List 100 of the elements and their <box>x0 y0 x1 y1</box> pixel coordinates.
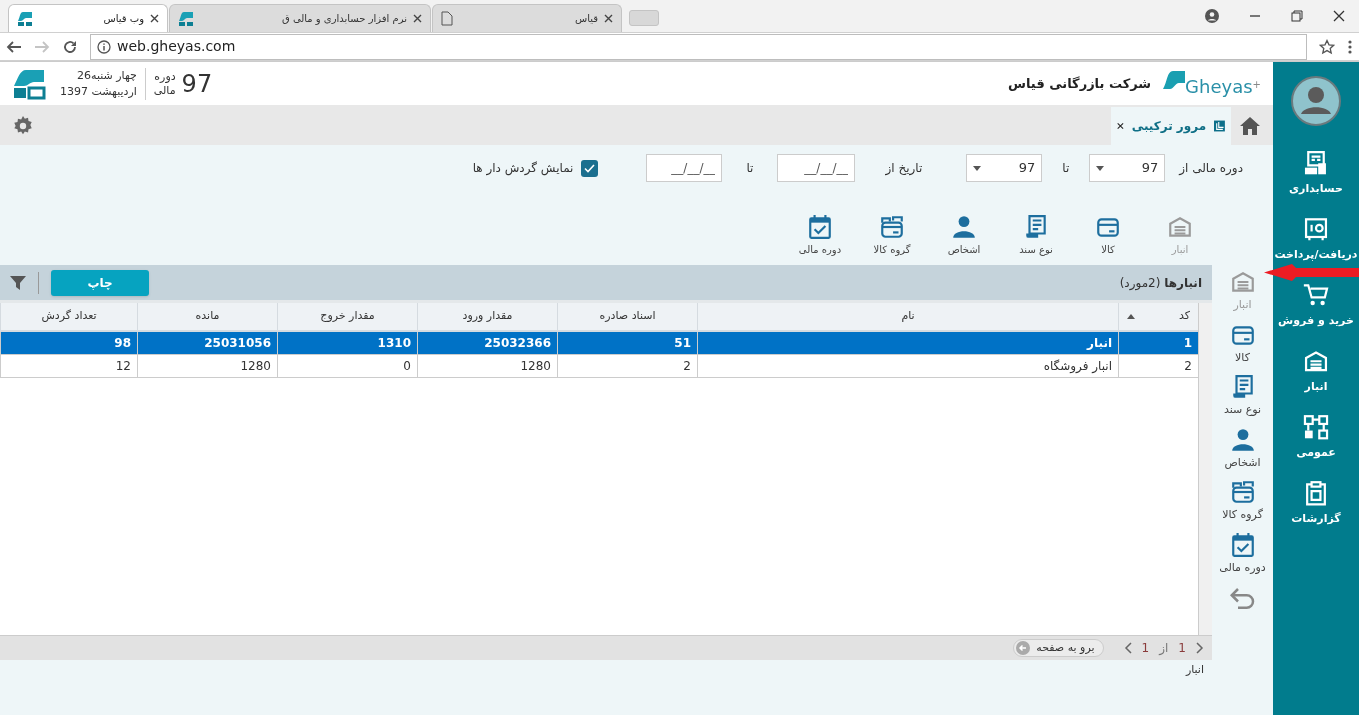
filter-icon[interactable] <box>10 274 26 291</box>
nav-item[interactable]: عمومی <box>1273 414 1359 461</box>
toolbar-button[interactable]: کالا <box>1213 321 1272 366</box>
toolbar-button[interactable]: گروه کالا <box>861 214 923 257</box>
page-number: 1 <box>1178 640 1186 657</box>
logo-icon <box>12 67 46 100</box>
nav-item[interactable]: انبار <box>1273 348 1359 395</box>
caret-icon <box>1096 165 1105 171</box>
browser-tab[interactable]: قیاس <box>432 4 622 32</box>
checkbox-label: نمایش گردش دار ها <box>472 160 574 177</box>
back-icon[interactable] <box>6 38 22 55</box>
toolbar-button[interactable]: دوره مالی <box>789 214 851 257</box>
check-icon <box>584 163 596 173</box>
toolbar-button[interactable]: گروه کالا <box>1213 479 1272 524</box>
nav-item[interactable]: خرید و فروش <box>1273 282 1359 329</box>
close-icon[interactable] <box>1117 121 1124 131</box>
home-icon[interactable] <box>1239 116 1261 136</box>
table-cell: 25031056 <box>137 332 277 354</box>
arrow-icon <box>1264 264 1359 281</box>
toolbar-button[interactable]: کالا <box>1077 214 1139 257</box>
warehouse-icon <box>1167 214 1193 240</box>
toolbar-button[interactable]: نوع سند <box>1213 374 1272 419</box>
logo-icon <box>178 10 194 27</box>
person-icon <box>1229 426 1256 453</box>
document-icon <box>1023 214 1049 240</box>
period-value: 97 <box>181 68 213 100</box>
person-icon <box>951 214 977 240</box>
page-of-label: از <box>1159 640 1169 657</box>
close-icon[interactable] <box>604 14 613 23</box>
field-label: تا <box>1062 160 1070 177</box>
weekday-date: چهار شنبه26 <box>77 67 137 84</box>
period-label: مالی <box>153 83 176 98</box>
gheyas-logo: Gheyas+ <box>1163 70 1261 97</box>
fiscal-from-dropdown[interactable]: 97 <box>1089 154 1166 182</box>
table-cell: 1280 <box>137 355 277 377</box>
toolbar-button[interactable]: اشخاص <box>933 214 995 257</box>
stacked-cards-icon <box>879 214 905 240</box>
company-name: شرکت بازرگانی قیاس <box>1008 74 1152 93</box>
field-label: تاریخ از <box>885 160 923 177</box>
column-header[interactable]: مانده <box>137 303 277 330</box>
field-label: تا <box>746 160 754 177</box>
column-header[interactable]: نام <box>697 303 1118 330</box>
previous-page-icon[interactable] <box>1123 642 1132 654</box>
bookmark-star-icon[interactable] <box>1319 38 1335 55</box>
safe-icon <box>1302 216 1330 243</box>
table-cell: انبار <box>697 332 1118 354</box>
browser-tab[interactable]: وب قیاس <box>8 4 168 32</box>
toolbar-button[interactable]: نوع سند <box>1005 214 1067 257</box>
column-header[interactable]: تعداد گردش <box>0 303 137 330</box>
address-bar[interactable]: web.gheyas.com <box>90 33 1307 60</box>
date-from-field[interactable]: __/__/__ <box>777 154 856 182</box>
restore-icon[interactable] <box>1291 9 1303 22</box>
table-cell: 2 <box>557 355 697 377</box>
menu-icon[interactable] <box>1347 38 1353 55</box>
reload-icon[interactable] <box>62 38 78 55</box>
column-header[interactable]: مقدار خروج <box>277 303 417 330</box>
avatar-icon[interactable] <box>1291 76 1341 126</box>
arrow-left-icon <box>1016 641 1031 655</box>
app-tab[interactable]: مرور ترکیبی <box>1111 107 1231 145</box>
nav-item[interactable]: دریافت/پرداخت <box>1273 216 1359 263</box>
toolbar-button[interactable]: دوره مالی <box>1213 531 1272 576</box>
next-page-icon[interactable] <box>1196 642 1204 654</box>
browser-tab[interactable]: نرم افزار حسابداری و مالی ق <box>169 4 431 32</box>
close-icon[interactable] <box>150 14 159 23</box>
table-cell: 98 <box>0 332 137 354</box>
table-cell: 12 <box>0 355 137 377</box>
field-label: دوره مالی از <box>1179 160 1243 177</box>
network-icon <box>1302 414 1330 441</box>
go-to-page-button[interactable]: برو به صفحه <box>1013 639 1104 657</box>
table-cell: 1310 <box>277 332 417 354</box>
calendar-check-icon <box>807 214 833 240</box>
period-label: دوره <box>154 69 176 84</box>
tab-title: وب قیاس <box>102 12 144 26</box>
fiscal-to-dropdown[interactable]: 97 <box>966 154 1043 182</box>
column-header[interactable]: مقدار ورود <box>417 303 557 330</box>
page-icon <box>441 11 453 26</box>
nav-item[interactable]: گزارشات <box>1273 480 1359 527</box>
column-header[interactable]: اسناد صادره <box>557 303 697 330</box>
sort-up-icon <box>1127 314 1135 319</box>
show-active-checkbox[interactable] <box>581 159 599 177</box>
scrollbar[interactable] <box>1198 303 1212 635</box>
table-cell: 25032366 <box>417 332 557 354</box>
profile-icon[interactable] <box>1205 8 1219 23</box>
month-year-date: اردیبهشت 1397 <box>60 83 137 100</box>
tab-icon <box>1214 118 1225 134</box>
close-icon[interactable] <box>413 14 422 23</box>
stacked-cards-icon <box>1229 479 1256 505</box>
close-icon[interactable] <box>1333 9 1345 22</box>
table-cell: 1280 <box>417 355 557 377</box>
url-text: web.gheyas.com <box>117 37 236 56</box>
nav-item[interactable]: حسابداری <box>1273 150 1359 197</box>
table-cell: 51 <box>557 332 697 354</box>
settings-icon[interactable] <box>12 115 34 137</box>
date-to-field[interactable]: __/__/__ <box>646 154 723 182</box>
page-total: 1 <box>1141 640 1150 657</box>
toolbar-button[interactable]: اشخاص <box>1213 426 1272 471</box>
info-icon <box>97 39 111 54</box>
table-cell: انبار فروشگاه <box>697 355 1118 377</box>
table-cell: 0 <box>277 355 417 377</box>
calendar-check-icon <box>1229 531 1256 558</box>
